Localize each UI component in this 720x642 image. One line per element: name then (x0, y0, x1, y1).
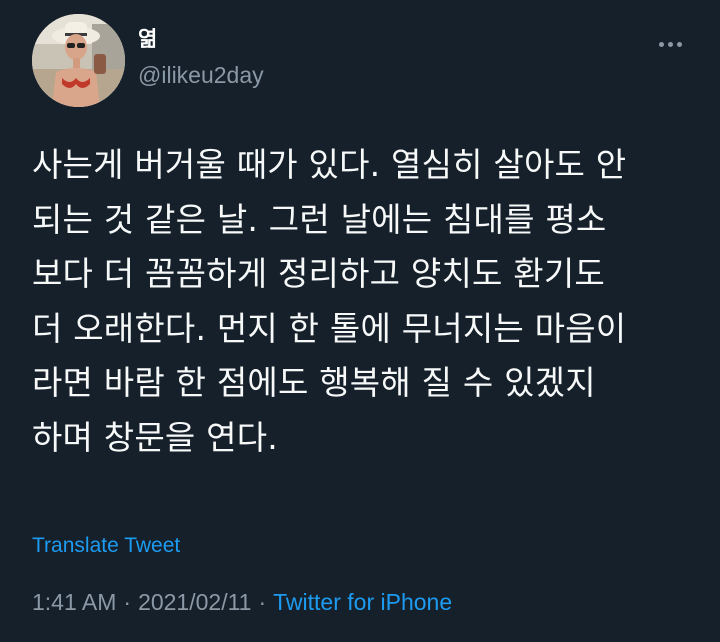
more-dots-icon (658, 41, 664, 47)
tweet-text-line: 되는 것 같은 날. 그런 날에는 침대를 평소 (32, 199, 607, 239)
separator: · (258, 589, 267, 615)
tweet-time[interactable]: 1:41 AM (32, 589, 116, 615)
more-options-button[interactable] (646, 30, 694, 58)
tweet-text-line: 사는게 버거울 때가 있다. 열심히 살아도 안 (32, 145, 627, 184)
tweet-metadata: 1:41 AM · 2021/02/11 · Twitter for iPhone (32, 586, 452, 618)
more-dots-icon (676, 41, 682, 47)
tweet-text-line: 보다 더 꼼꼼하게 정리하고 양치도 환기도 (32, 254, 605, 293)
tweet-text-line: 라면 바람 한 점에도 행복해 질 수 있겠지 (32, 363, 596, 402)
translate-tweet-link[interactable]: Translate Tweet (32, 532, 180, 560)
user-handle[interactable]: @ilikeu2day (138, 60, 264, 90)
separator: · (123, 589, 132, 615)
tweet: 엶 @ilikeu2day 사는게 버거울 때가 있다. 열심히 살아도 안 되… (0, 0, 720, 642)
avatar[interactable] (32, 14, 125, 107)
tweet-text-line: 더 오래한다. 먼지 한 톨에 무너지는 마음이 (32, 308, 627, 348)
display-name[interactable]: 엶 (138, 25, 157, 53)
tweet-text-line: 하며 창문을 연다. (32, 417, 278, 457)
tweet-date[interactable]: 2021/02/11 (138, 589, 251, 615)
more-dots-icon (667, 41, 673, 47)
tweet-source-link[interactable]: Twitter for iPhone (273, 589, 452, 615)
tweet-text: 사는게 버거울 때가 있다. 열심히 살아도 안 되는 것 같은 날. 그런 날… (32, 138, 704, 465)
avatar-image (32, 14, 125, 107)
